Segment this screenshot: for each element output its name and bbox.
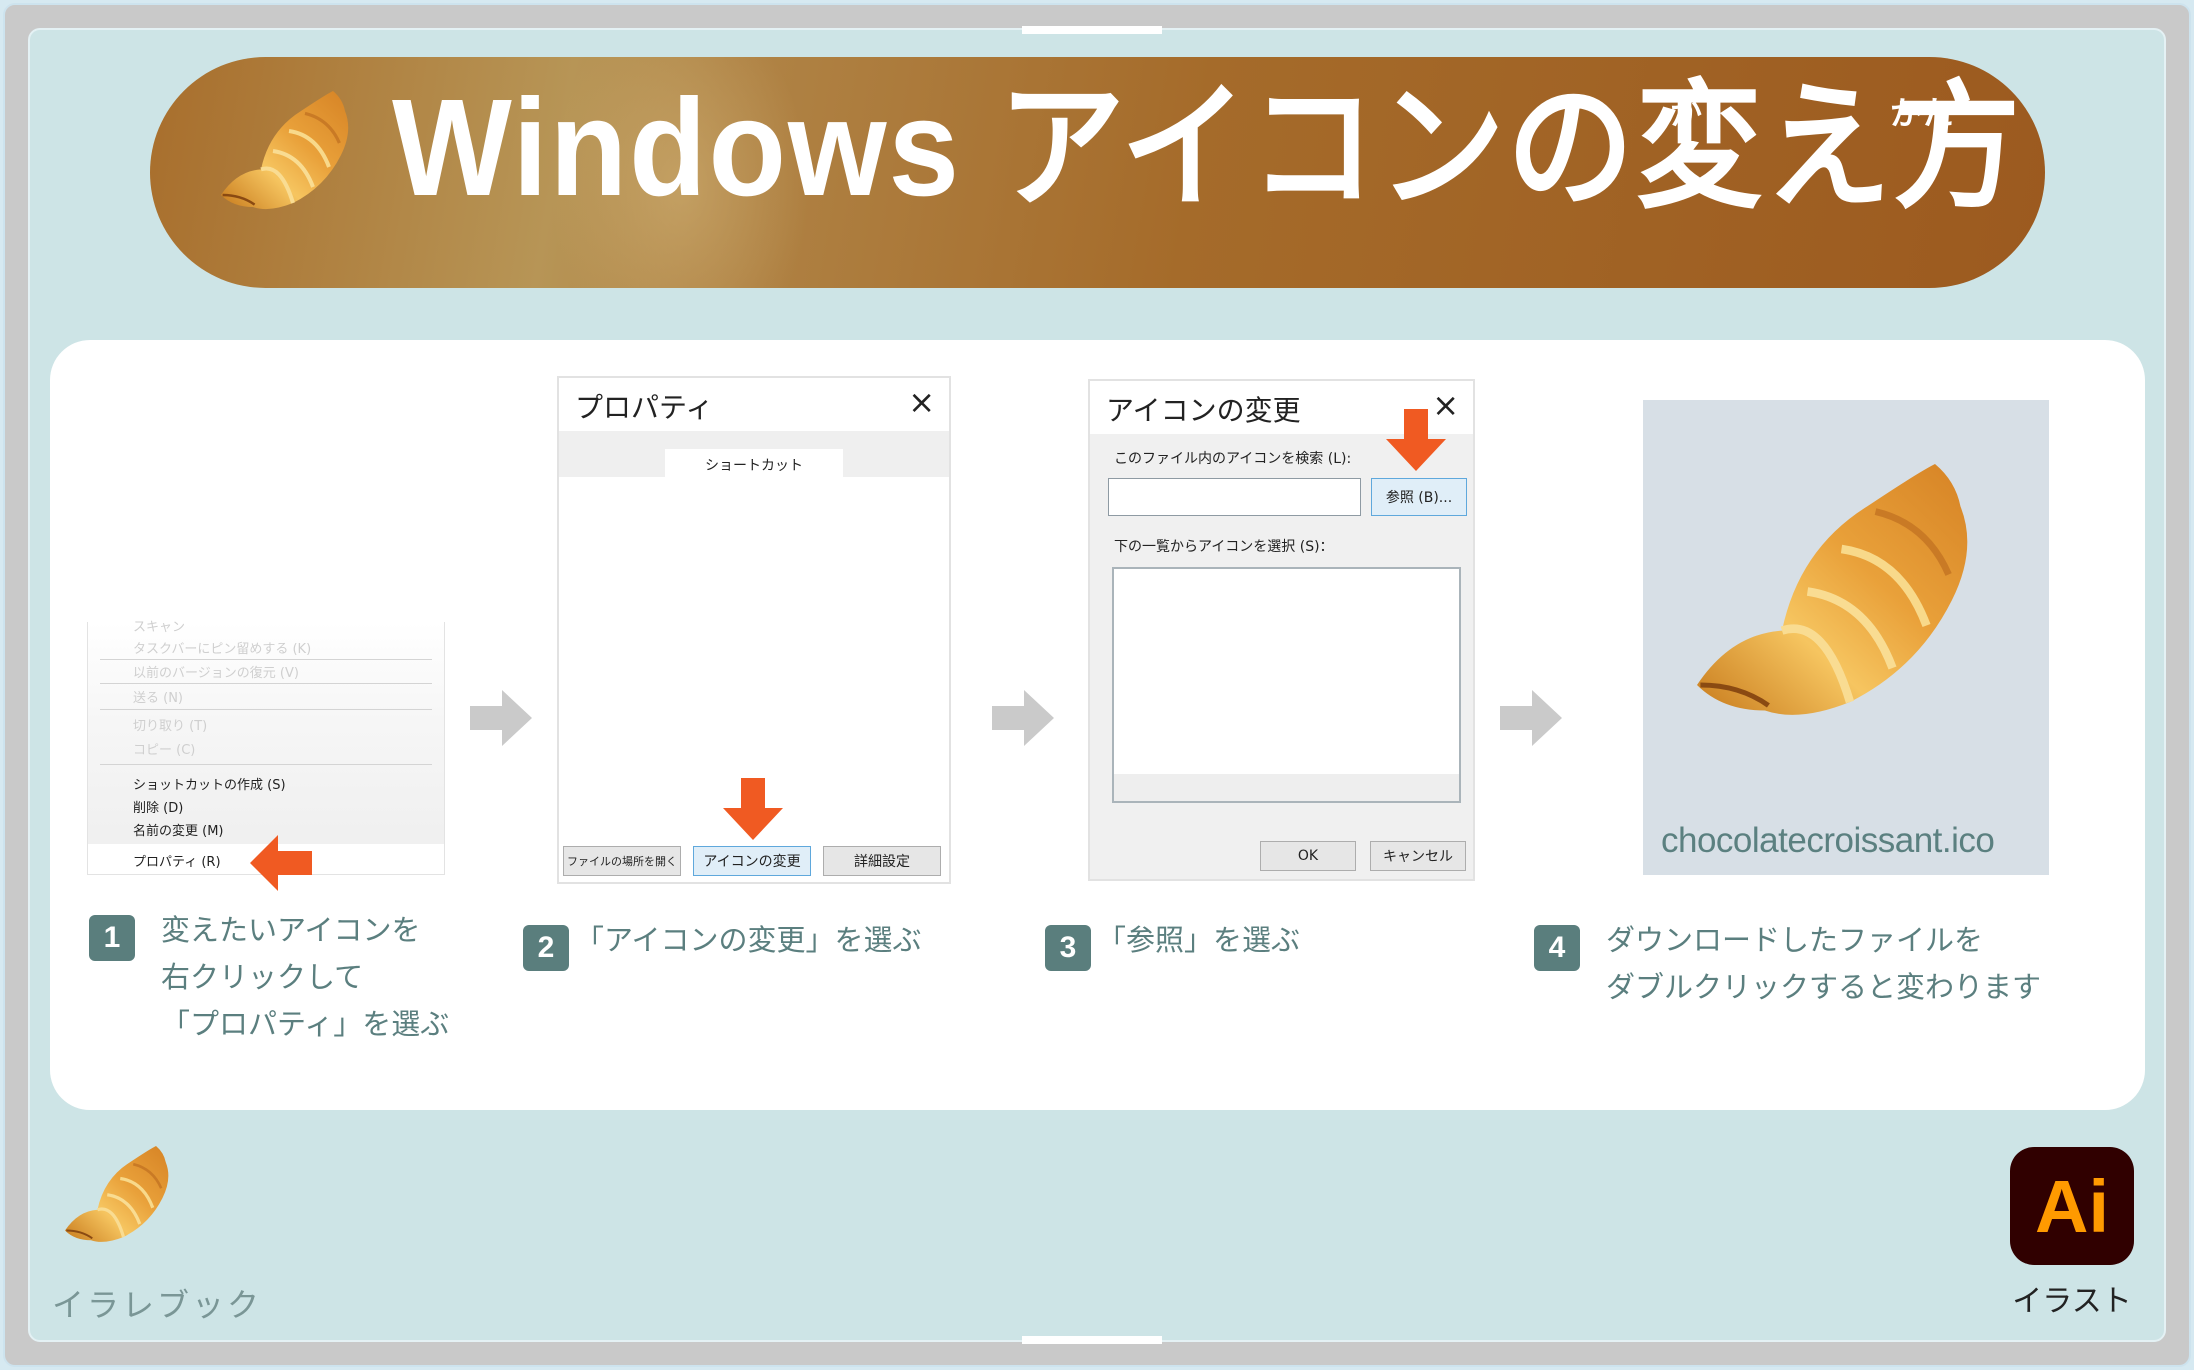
icon-list[interactable] [1112, 567, 1461, 803]
step-text-line: ダウンロードしたファイルを [1606, 923, 1984, 957]
menu-item-rename[interactable]: 名前の変更 (M) [133, 820, 224, 839]
illustrator-app-icon[interactable]: Ai [2010, 1147, 2134, 1265]
dialog-title: アイコンの変更 [1106, 394, 1301, 427]
brand-name: イラレブック [52, 1286, 263, 1324]
menu-item-restore-version[interactable]: 以前のバージョンの復元 (V) [133, 662, 299, 681]
dialog-title: プロパティ [575, 391, 714, 424]
step-number: 4 [1534, 925, 1580, 971]
menu-item-pin-taskbar[interactable]: タスクバーにピン留めする (K) [133, 638, 311, 657]
app-label: イラスト [2012, 1284, 2132, 1319]
right-arrow-icon [1500, 690, 1562, 746]
icon-list-label: 下の一覧からアイコンを選択 (S)： [1114, 539, 1334, 555]
croissant-icon[interactable] [1663, 430, 2003, 770]
open-file-location-button[interactable]: ファイルの場所を開く [563, 846, 681, 876]
browse-button[interactable]: 参照 (B)... [1371, 478, 1467, 516]
step-text: 「参照」を選ぶ [1097, 923, 1301, 957]
close-icon[interactable]: × [908, 384, 935, 420]
menu-item-copy[interactable]: コピー (C) [133, 739, 195, 758]
right-arrow-icon [992, 690, 1054, 746]
step-text-line: 右クリックして [161, 960, 364, 994]
cancel-button[interactable]: キャンセル [1370, 841, 1466, 871]
menu-item-properties[interactable]: プロパティ (R) [133, 851, 221, 870]
menu-separator [100, 659, 432, 660]
step-number: 2 [523, 925, 569, 971]
step-text-line: ダブルクリックすると変わります [1606, 970, 2042, 1004]
frame-notch-top [1022, 26, 1162, 34]
step-text-line: 変えたいアイコンを [161, 913, 421, 947]
dialog-titlebar: プロパティ × [559, 378, 949, 431]
icon-file-input[interactable] [1108, 478, 1361, 516]
icon-filename: chocolatecroissant.ico [1661, 821, 1995, 860]
step-text-line: 「プロパティ」を選ぶ [161, 1007, 450, 1041]
frame-notch-bottom [1022, 1336, 1162, 1344]
brand-croissant-icon [52, 1133, 182, 1263]
step-text: ダウンロードしたファイルを ダブルクリックすると変わります [1606, 917, 2041, 1011]
menu-item-delete[interactable]: 削除 (D) [133, 797, 183, 816]
ruby-kata: かた [1890, 94, 1955, 132]
menu-item-send-to[interactable]: 送る (N) [133, 687, 183, 706]
orange-down-arrow-icon [723, 778, 783, 840]
step-text: 変えたいアイコンを 右クリックして 「プロパティ」を選ぶ [161, 907, 449, 1048]
menu-separator [100, 709, 432, 710]
ruby-ka: か [1670, 94, 1703, 132]
ok-button[interactable]: OK [1260, 841, 1356, 871]
menu-item-create-shortcut[interactable]: ショットカットの作成 (S) [133, 774, 286, 793]
result-preview: chocolatecroissant.ico [1643, 400, 2049, 875]
right-arrow-icon [470, 690, 532, 746]
step-text: 「アイコンの変更」を選ぶ [575, 923, 922, 957]
advanced-button[interactable]: 詳細設定 [823, 846, 941, 876]
orange-left-arrow-icon [250, 835, 312, 891]
step-number: 3 [1045, 925, 1091, 971]
tab-shortcut[interactable]: ショートカット [665, 449, 843, 481]
change-icon-button[interactable]: アイコンの変更 [693, 846, 811, 876]
croissant-icon [205, 75, 365, 235]
menu-item-cut[interactable]: 切り取り (T) [133, 715, 207, 734]
menu-separator [100, 764, 432, 765]
orange-down-arrow-icon [1386, 409, 1446, 471]
search-label: このファイル内のアイコンを検索 (L): [1114, 451, 1352, 467]
page-title: Windows アイコンの変え方 [392, 71, 2023, 225]
menu-separator [100, 683, 432, 684]
menu-item-scan[interactable]: スキャン [133, 616, 185, 635]
step-number: 1 [89, 915, 135, 961]
